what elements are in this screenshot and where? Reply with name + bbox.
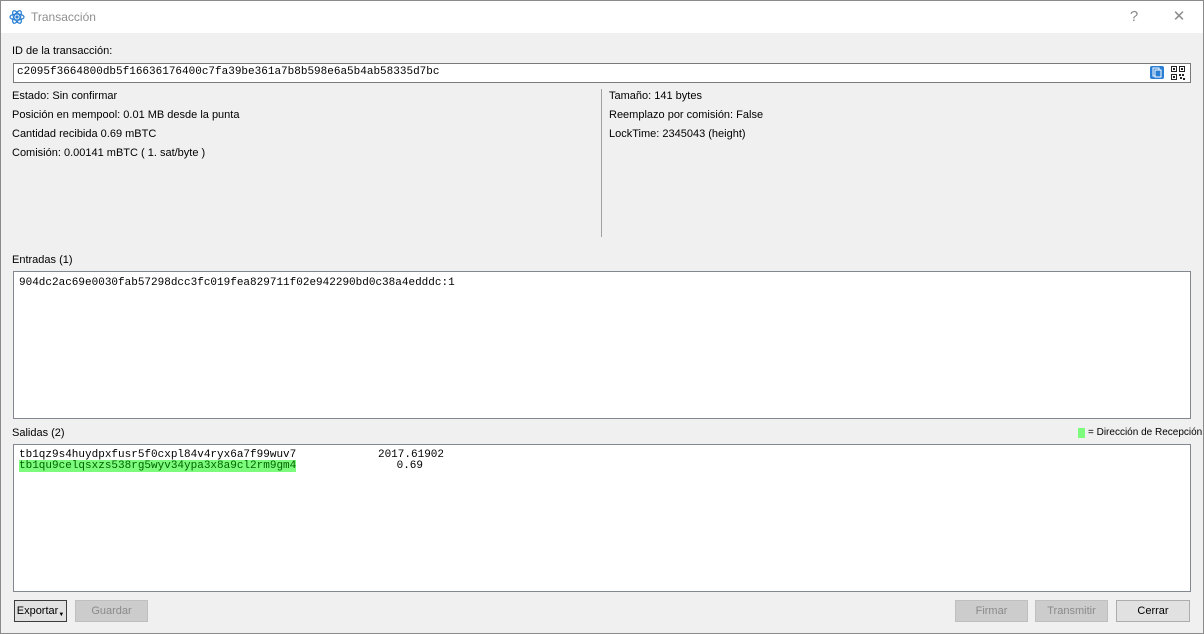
- dropdown-arrow-icon: ▼: [58, 612, 65, 618]
- qr-code-icon[interactable]: [1171, 66, 1185, 80]
- fee-text: Comisión: 0.00141 mBTC ( 1. sat/byte ): [12, 147, 206, 159]
- window-title: Transacción: [31, 10, 96, 24]
- outputs-label: Salidas (2): [12, 427, 65, 439]
- inputs-label: Entradas (1): [12, 254, 73, 266]
- export-button[interactable]: Exportar▼: [14, 600, 67, 622]
- title-bar: Transacción ? ✕: [1, 1, 1203, 33]
- help-button[interactable]: ?: [1122, 5, 1146, 29]
- electrum-atom-icon: [9, 10, 25, 24]
- transaction-dialog: Transacción ? ✕ ID de la transacción: c2…: [0, 0, 1204, 634]
- inputs-list[interactable]: 904dc2ac69e0030fab57298dcc3fc019fea82971…: [13, 271, 1191, 419]
- copy-icon[interactable]: [1150, 66, 1164, 79]
- close-window-button[interactable]: ✕: [1167, 5, 1191, 29]
- output-amount: 0.69: [396, 460, 423, 472]
- status-text: Estado: Sin confirmar: [12, 90, 118, 102]
- receiving-address-legend: = Dirección de Recepción: [1088, 427, 1203, 438]
- locktime-text: LockTime: 2345043 (height): [609, 128, 746, 140]
- details-divider: [601, 89, 602, 237]
- receiving-address-swatch: [1078, 428, 1085, 438]
- input-item[interactable]: 904dc2ac69e0030fab57298dcc3fc019fea82971…: [19, 277, 455, 289]
- sign-button[interactable]: Firmar: [955, 600, 1028, 622]
- output-row[interactable]: tb1qu9celqsxzs538rg5wyv34ypa3x8a9cl2rm9g…: [19, 460, 423, 472]
- rbf-text: Reemplazo por comisión: False: [609, 109, 764, 121]
- save-button[interactable]: Guardar: [75, 600, 148, 622]
- txid-label: ID de la transacción:: [12, 45, 113, 57]
- txid-field[interactable]: c2095f3664800db5f16636176400c7fa39be361a…: [13, 63, 1191, 83]
- broadcast-button[interactable]: Transmitir: [1035, 600, 1108, 622]
- amount-received-text: Cantidad recibida 0.69 mBTC: [12, 128, 157, 140]
- export-button-label: Exportar: [16, 605, 59, 617]
- outputs-list[interactable]: tb1qz9s4huydpxfusr5f0cxpl84v4ryx6a7f99wu…: [13, 444, 1191, 592]
- close-button[interactable]: Cerrar: [1116, 600, 1190, 622]
- mempool-position-text: Posición en mempool: 0.01 MB desde la pu…: [12, 109, 240, 121]
- size-text: Tamaño: 141 bytes: [609, 90, 702, 102]
- txid-value: c2095f3664800db5f16636176400c7fa39be361a…: [17, 66, 440, 78]
